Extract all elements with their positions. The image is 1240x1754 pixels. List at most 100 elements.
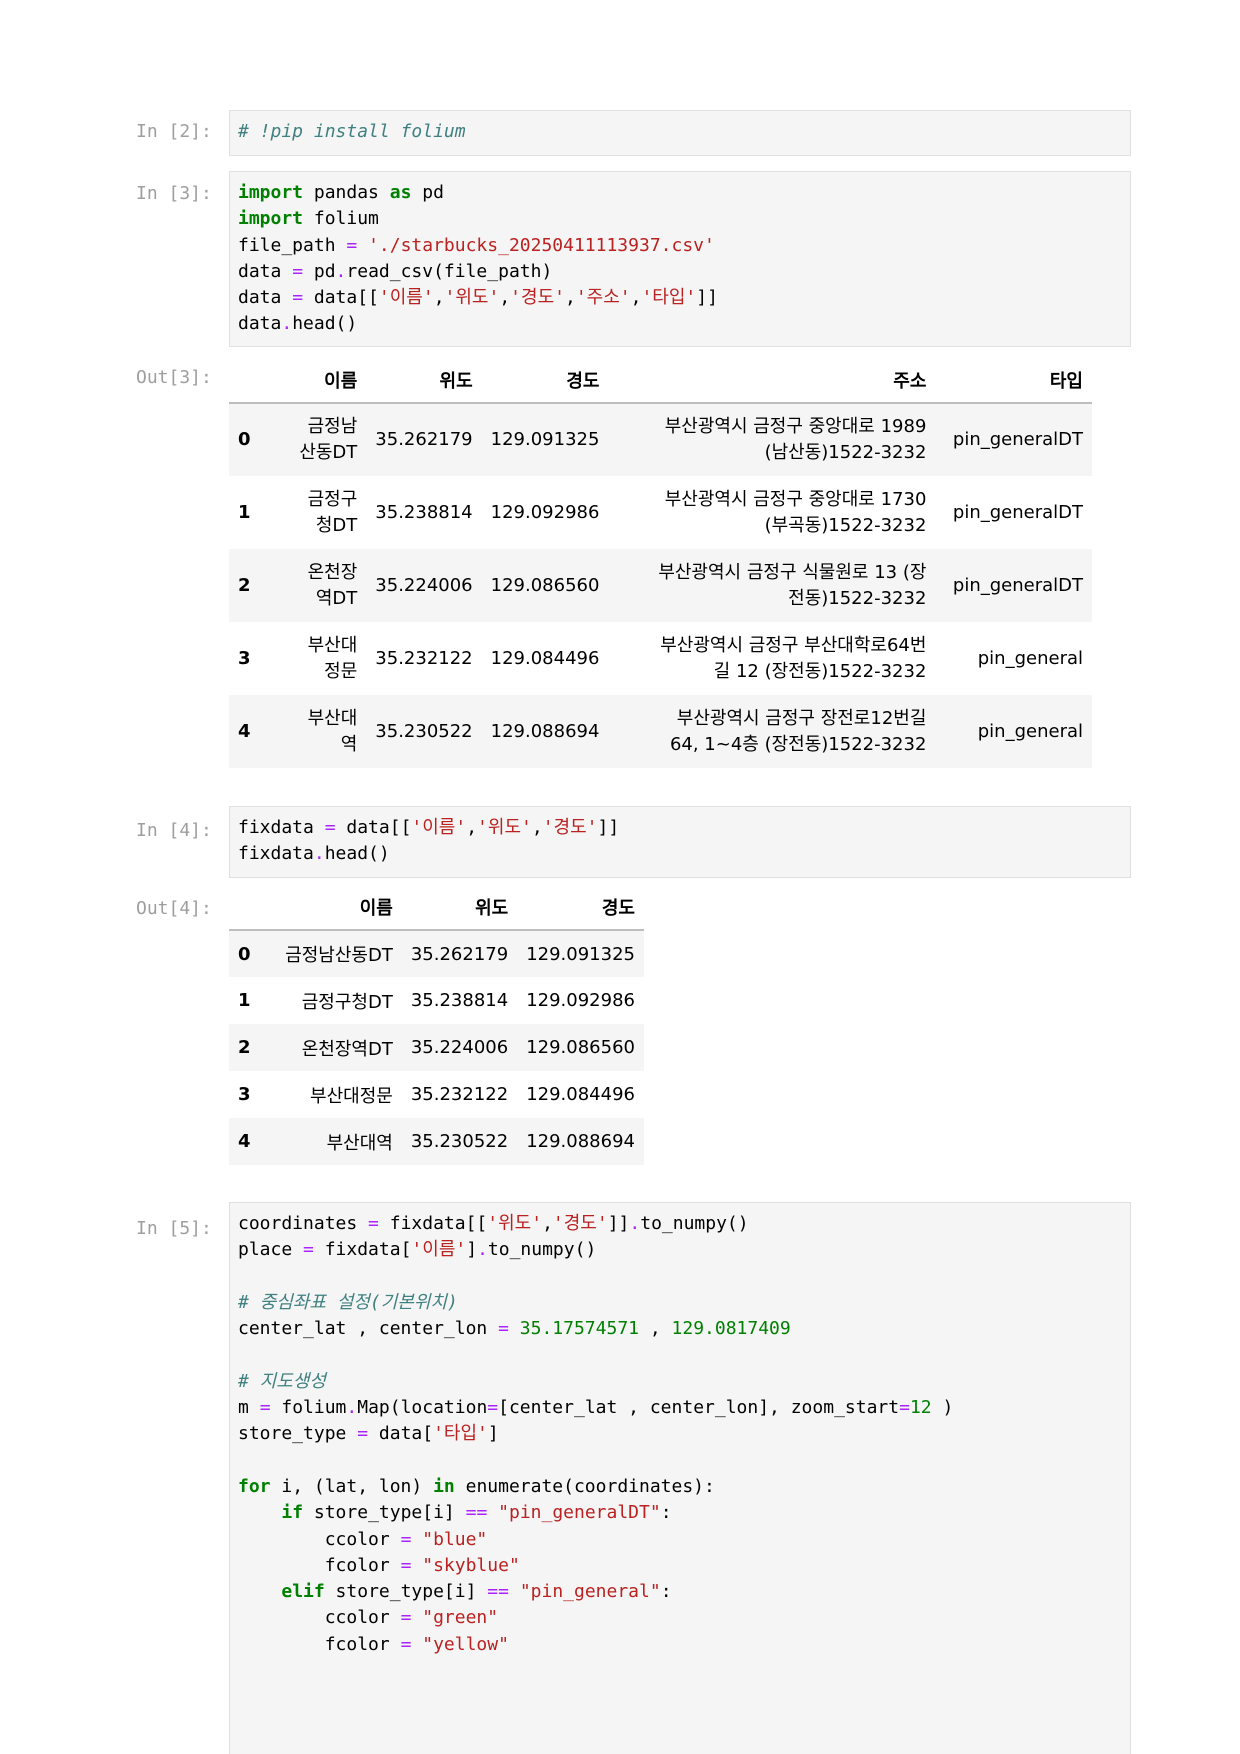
code-line: # 지도생성 [238, 1369, 1122, 1395]
cell-prompt-in-3: In [3]: [136, 183, 212, 204]
cell-address: 부산광역시 금정구 식물원로 13 (장 전동)1522-3232 [608, 549, 935, 622]
cell-name-line: 산동DT [299, 442, 358, 463]
code-token: store_type [238, 1423, 358, 1445]
code-token: . [335, 260, 347, 282]
row-index: 4 [238, 720, 251, 742]
cell-lat: 35.230522 [410, 1131, 509, 1152]
row-index: 1 [238, 990, 251, 1011]
code-line: center_lat , center_lon = 35.17574571 , … [238, 1316, 1122, 1342]
cell-lat: 35.230522 [375, 720, 473, 742]
code-token: ]] [696, 287, 718, 309]
code-token: read_csv(file_path) [346, 260, 553, 282]
code-token: = [498, 1318, 509, 1340]
code-line: # !pip install folium [238, 119, 1122, 145]
row-index: 0 [238, 429, 251, 450]
cell-lon: 129.088694 [490, 720, 600, 742]
code-token: = [400, 1528, 412, 1550]
code-token: pandas [303, 182, 390, 203]
cell-address: 부산광역시 금정구 중앙대로 1989 (남산동)1522-3232 [608, 403, 935, 476]
cell-name-line: 금정구 [307, 488, 358, 510]
cell-name: 금정구청DT [268, 476, 367, 549]
cell-lon: 129.091325 [526, 943, 635, 965]
cell-address-line: 길 12 (장전동)1522-3232 [713, 660, 927, 682]
code-token: , [499, 287, 511, 309]
code-token: Map(location [357, 1397, 488, 1419]
cell-lat: 35.238814 [375, 501, 473, 523]
cell-name: 부산대역 [268, 695, 367, 768]
code-cell-pip-install[interactable]: # !pip install folium [229, 110, 1131, 156]
table-row: 4 부산대역 35.230522 129.088694 [229, 1118, 644, 1165]
code-token: 35.17574571 [519, 1318, 639, 1340]
code-cell-folium-map[interactable]: coordinates = fixdata[['위도','경도']].to_nu… [229, 1202, 1131, 1754]
code-token: : [660, 1581, 672, 1603]
code-token: . [629, 1213, 641, 1234]
code-token: './starbucks_20250411113937.csv' [368, 234, 715, 256]
code-token: store_type[i] [324, 1581, 488, 1603]
column-header-name: 이름 [267, 358, 367, 404]
code-token: , [542, 1213, 553, 1234]
column-header-lon: 경도 [481, 358, 609, 404]
table-row: 2 온천장역DT 35.224006 129.086560 [229, 1024, 644, 1071]
cell-name: 부산대정문 [268, 622, 367, 695]
code-line: fcolor = "yellow" [238, 1632, 1122, 1658]
code-token: '이름' [378, 287, 434, 309]
code-token: enumerate(coordinates): [454, 1475, 715, 1497]
table-row: 0 금정남산동DT 35.262179 129.091325 [229, 930, 644, 977]
code-token: fixdata[ [313, 1239, 412, 1261]
code-token: head() [292, 313, 358, 335]
code-token: , [630, 287, 642, 309]
code-cell-fixdata[interactable]: fixdata = data[['이름','위도','경도']] fixdata.… [229, 806, 1131, 878]
code-line: for i, (lat, lon) in enumerate(coordinat… [238, 1474, 1122, 1500]
code-token: ]] [597, 817, 620, 838]
code-token: 12 [909, 1397, 932, 1419]
cell-name: 금정남산동DT [285, 945, 393, 966]
cell-lat: 35.224006 [375, 574, 473, 596]
cell-type: pin_general [977, 647, 1083, 669]
table-row: 1 금정구청DT 35.238814 129.092986 [229, 977, 644, 1024]
code-token: # !pip install folium [238, 121, 466, 142]
code-token: == [487, 1581, 509, 1603]
row-index: 4 [238, 1131, 251, 1152]
code-token: '위도' [477, 817, 532, 838]
code-token: data[[ [303, 287, 379, 309]
code-cell-load-data[interactable]: import pandas as pd import folium file_pat… [229, 171, 1131, 347]
code-token: store_type[i] [303, 1502, 466, 1524]
cell-prompt-in-5: In [5]: [136, 1218, 212, 1239]
cell-name-line: 청DT [315, 514, 358, 536]
code-token: "pin_generalDT" [498, 1502, 661, 1524]
cell-lat: 35.262179 [375, 429, 473, 450]
column-header-address: 주소 [608, 358, 936, 404]
code-token: ]] [607, 1213, 630, 1234]
code-token: . [313, 843, 325, 865]
code-token: . [346, 1397, 358, 1419]
cell-name: 부산대정문 [310, 1085, 393, 1107]
code-token: = [357, 1423, 369, 1445]
code-token: '위도' [444, 287, 500, 309]
code-token: "pin_general" [519, 1581, 661, 1603]
code-token: ccolor [238, 1528, 401, 1550]
code-token: to_numpy() [487, 1239, 597, 1261]
code-token: fcolor [238, 1554, 401, 1576]
code-token: [center_lat , center_lon], zoom_start [498, 1397, 900, 1419]
code-token: . [281, 313, 293, 335]
column-header-lat: 위도 [401, 885, 518, 931]
code-token: if [281, 1502, 304, 1524]
code-line: coordinates = fixdata[['위도','경도']].to_nu… [238, 1211, 1122, 1237]
cell-type: pin_generalDT [952, 429, 1083, 450]
code-line: fixdata.head() [238, 841, 1122, 867]
code-line: ccolor = "blue" [238, 1527, 1122, 1553]
code-token: # 지도생성 [238, 1370, 326, 1392]
code-token: elif [281, 1581, 325, 1603]
cell-lat: 35.232122 [375, 647, 473, 669]
code-token: = [324, 817, 336, 838]
code-token: = [259, 1397, 271, 1419]
code-token: ccolor [238, 1607, 401, 1629]
table-header-row: 이름 위도 경도 주소 타입 [229, 358, 1092, 404]
cell-name: 온천장역DT [268, 549, 367, 622]
